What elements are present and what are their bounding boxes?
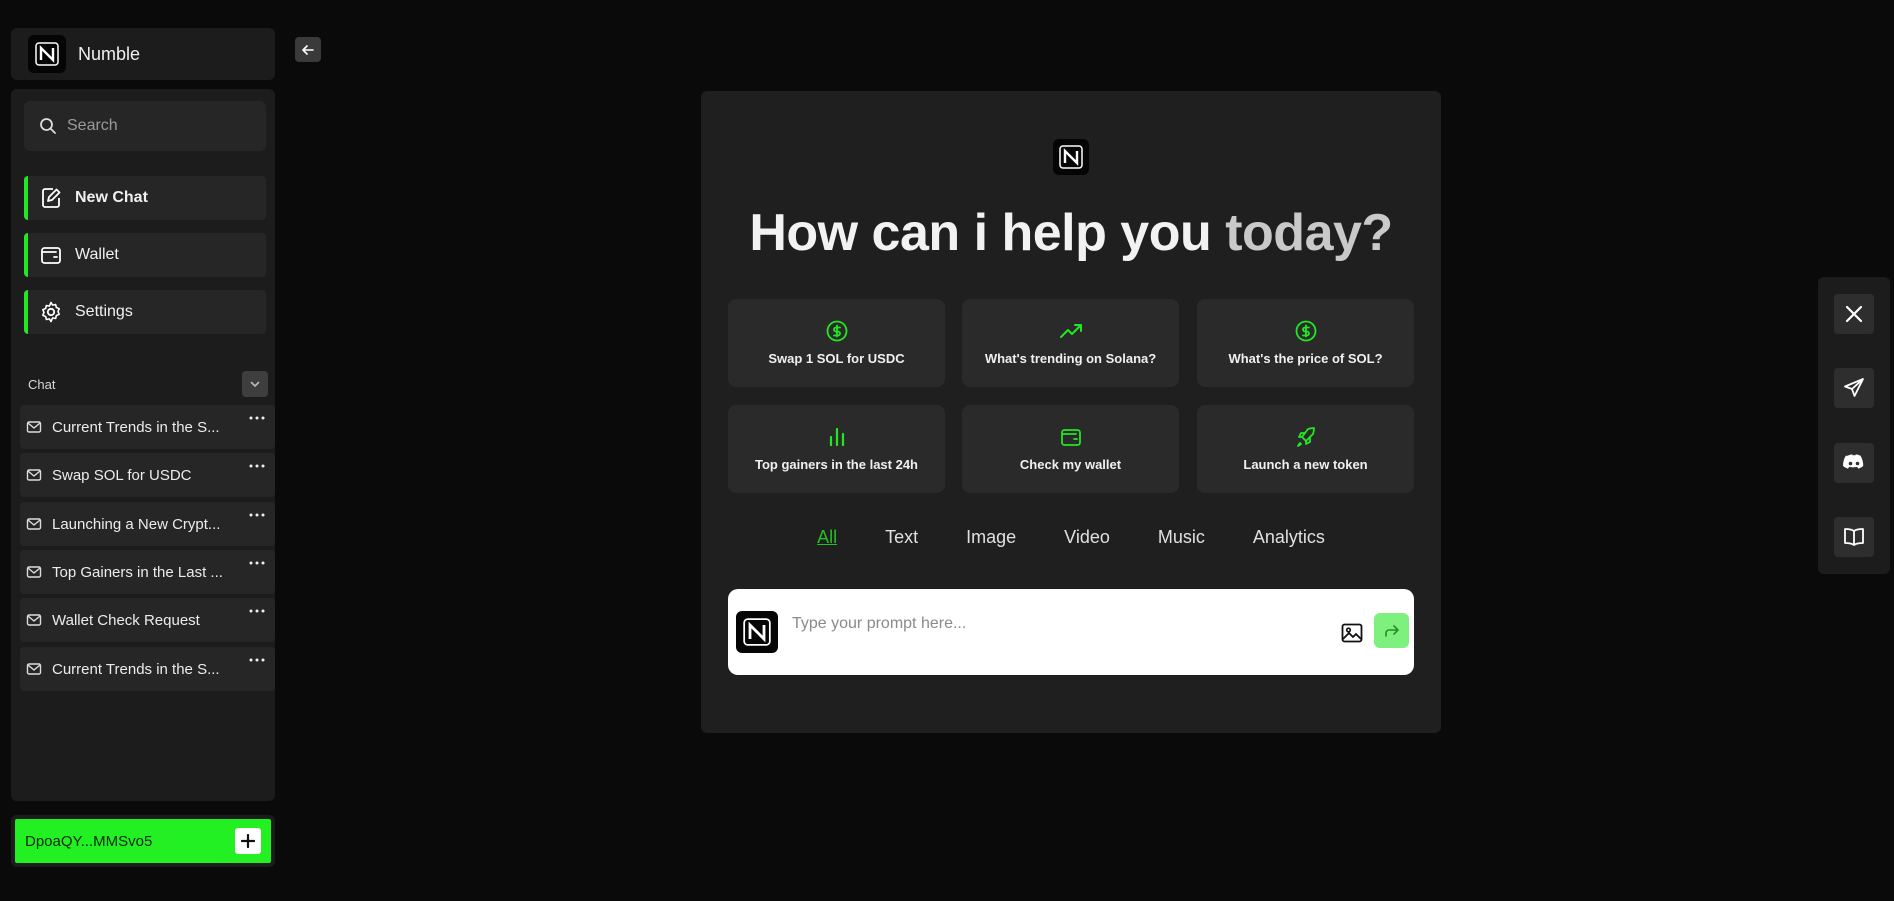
dollar-circle-icon xyxy=(826,320,848,342)
page-title: How can i help you today? xyxy=(701,203,1441,263)
wallet-address-button[interactable]: DpoaQY...MMSvo5 xyxy=(15,819,271,863)
tab-all[interactable]: All xyxy=(817,527,837,548)
chat-list-item[interactable]: Wallet Check Request xyxy=(20,598,275,642)
arrow-left-icon xyxy=(302,44,314,55)
chat-list-item[interactable]: Current Trends in the S... xyxy=(20,405,275,449)
chat-list-item[interactable]: Current Trends in the S... xyxy=(20,647,275,691)
suggestion-card[interactable]: What's trending on Solana? xyxy=(962,299,1179,387)
chat-list-item[interactable]: Launching a New Crypt... xyxy=(20,502,275,546)
search-icon xyxy=(40,118,56,134)
chat-title: Swap SOL for USDC xyxy=(52,466,192,484)
mail-icon xyxy=(26,614,42,626)
telegram-icon[interactable] xyxy=(1834,368,1874,408)
mail-icon xyxy=(26,421,42,433)
plus-icon xyxy=(241,834,255,848)
image-icon xyxy=(1341,623,1363,643)
settings-nav-button[interactable]: Settings xyxy=(24,290,266,334)
chat-list-item[interactable]: Swap SOL for USDC xyxy=(20,453,275,497)
numble-logo-icon xyxy=(1053,139,1089,175)
suggestion-label: Swap 1 SOL for USDC xyxy=(768,351,905,366)
suggestion-card[interactable]: Launch a new token xyxy=(1197,405,1414,493)
tab-video[interactable]: Video xyxy=(1064,527,1110,548)
mail-icon xyxy=(26,469,42,481)
suggestion-label: Top gainers in the last 24h xyxy=(754,457,918,472)
gear-icon xyxy=(42,301,60,323)
chat-section-header: Chat xyxy=(28,369,268,399)
more-options-icon[interactable] xyxy=(245,508,269,522)
book-icon[interactable] xyxy=(1834,517,1874,557)
x-icon[interactable] xyxy=(1834,294,1874,334)
chat-title: Launching a New Crypt... xyxy=(52,515,221,533)
search-box[interactable]: Search xyxy=(24,101,266,151)
wallet-icon xyxy=(41,247,61,264)
tab-image[interactable]: Image xyxy=(966,527,1016,548)
more-options-icon[interactable] xyxy=(245,459,269,473)
wallet-nav-label: Wallet xyxy=(75,246,119,263)
page-title-part1: How can i help you xyxy=(749,204,1212,262)
more-options-icon[interactable] xyxy=(245,556,269,570)
brand-header[interactable]: Numble xyxy=(11,28,275,80)
send-button[interactable] xyxy=(1374,613,1409,648)
suggestion-label: Launch a new token xyxy=(1243,457,1368,472)
suggestion-card[interactable]: What's the price of SOL? xyxy=(1197,299,1414,387)
rocket-icon xyxy=(1295,426,1317,448)
main-panel: How can i help you today? Swap 1 SOL for… xyxy=(701,91,1441,733)
more-options-icon[interactable] xyxy=(245,411,269,425)
new-chat-label: New Chat xyxy=(75,189,148,206)
chevron-down-icon xyxy=(250,381,260,388)
prompt-input[interactable] xyxy=(792,613,1312,635)
suggestion-card[interactable]: Swap 1 SOL for USDC xyxy=(728,299,945,387)
brand-name: Numble xyxy=(78,43,141,64)
chat-title: Top Gainers in the Last ... xyxy=(52,563,223,581)
suggestion-card[interactable]: Check my wallet xyxy=(962,405,1179,493)
add-wallet-button[interactable] xyxy=(235,828,261,854)
chat-title: Current Trends in the S... xyxy=(52,660,220,678)
mail-icon xyxy=(26,566,42,578)
numble-logo-icon xyxy=(28,35,66,73)
edit-icon xyxy=(42,188,61,208)
wallet-icon xyxy=(1060,426,1082,448)
tab-text[interactable]: Text xyxy=(885,527,918,548)
suggestion-label: Check my wallet xyxy=(1019,457,1122,472)
bar-chart-icon xyxy=(826,426,848,448)
prompt-box xyxy=(728,589,1414,675)
suggestion-label: What's trending on Solana? xyxy=(984,351,1157,366)
social-links-rail xyxy=(1818,277,1890,574)
chat-list-item[interactable]: Top Gainers in the Last ... xyxy=(20,550,275,594)
mail-icon xyxy=(26,663,42,675)
collapse-sidebar-button[interactable] xyxy=(295,37,321,62)
tab-music[interactable]: Music xyxy=(1158,527,1205,548)
suggestion-card[interactable]: Top gainers in the last 24h xyxy=(728,405,945,493)
send-arrow-icon xyxy=(1384,624,1399,637)
chat-section-toggle[interactable] xyxy=(242,371,268,397)
discord-icon[interactable] xyxy=(1834,443,1874,483)
wallet-address: DpoaQY...MMSvo5 xyxy=(25,832,153,850)
more-options-icon[interactable] xyxy=(245,604,269,618)
trending-up-icon xyxy=(1059,320,1083,342)
mail-icon xyxy=(26,518,42,530)
chat-section-title: Chat xyxy=(28,376,56,392)
dollar-circle-icon xyxy=(1295,320,1317,342)
settings-nav-label: Settings xyxy=(75,303,133,320)
chat-title: Wallet Check Request xyxy=(52,611,200,629)
chat-title: Current Trends in the S... xyxy=(52,418,220,436)
more-options-icon[interactable] xyxy=(245,653,269,667)
page-title-part2: today? xyxy=(1225,204,1393,262)
numble-logo-icon xyxy=(736,611,778,653)
content-type-tabs: All Text Image Video Music Analytics xyxy=(701,527,1441,548)
search-placeholder[interactable]: Search xyxy=(67,117,118,135)
wallet-nav-button[interactable]: Wallet xyxy=(24,233,266,277)
suggestion-label: What's the price of SOL? xyxy=(1228,351,1383,366)
tab-analytics[interactable]: Analytics xyxy=(1253,527,1325,548)
sidebar: Search New Chat Wallet Settings Chat Cur… xyxy=(11,89,275,801)
new-chat-button[interactable]: New Chat xyxy=(24,176,266,220)
wallet-bar: DpoaQY...MMSvo5 xyxy=(11,815,275,867)
attach-image-button[interactable] xyxy=(1339,620,1365,646)
